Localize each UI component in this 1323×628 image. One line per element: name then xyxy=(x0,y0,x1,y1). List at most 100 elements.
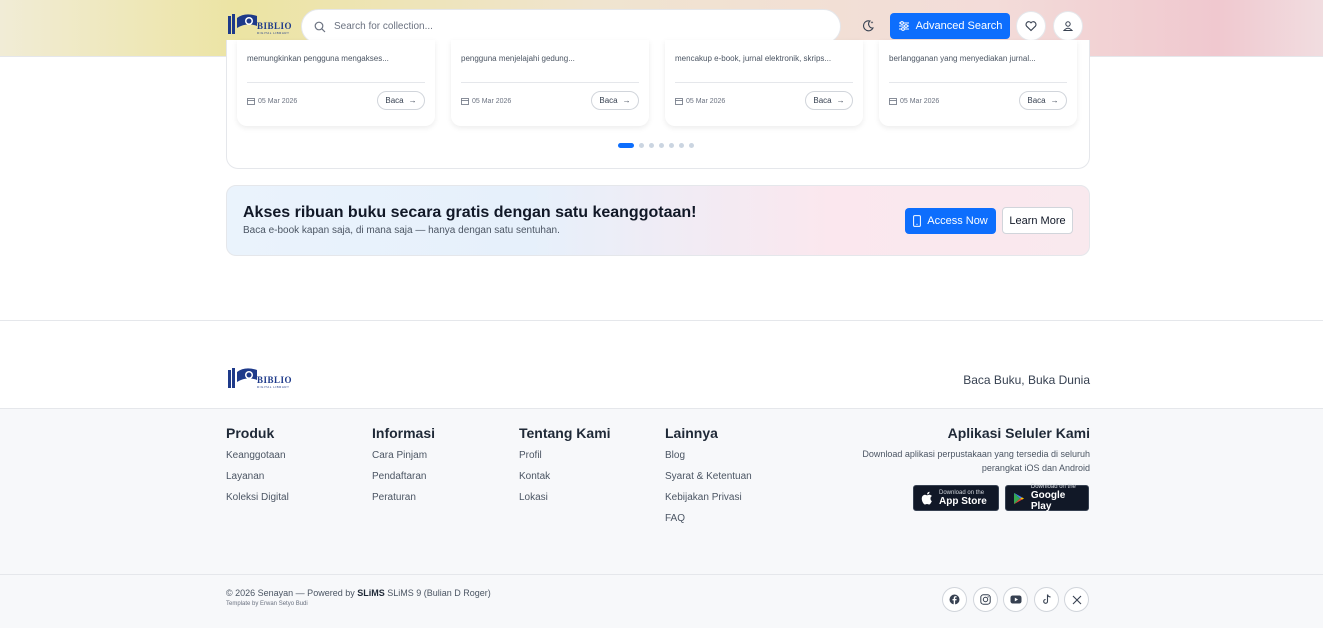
card-description: pengguna menjelajahi gedung... xyxy=(461,54,575,63)
footer-column-title: Tentang Kami xyxy=(519,425,611,441)
news-card[interactable]: memungkinkan pengguna mengakses... 05 Ma… xyxy=(237,40,435,126)
facebook-icon xyxy=(949,594,960,605)
read-button[interactable]: Baca → xyxy=(591,91,639,110)
news-card[interactable]: berlangganan yang menyediakan jurnal... … xyxy=(879,40,1077,126)
copyright-text: © 2026 Senayan — Powered by SLiMS SLiMS … xyxy=(226,588,491,598)
logo-sub-text: DIGITAL LIBRARY xyxy=(257,385,290,389)
app-store-badge[interactable]: Download on the App Store xyxy=(913,485,999,511)
read-label: Baca xyxy=(813,96,832,105)
footer-logo[interactable]: BIBLIO DIGITAL LIBRARY xyxy=(227,366,292,390)
book-logo-icon xyxy=(228,368,257,388)
learn-more-button[interactable]: Learn More xyxy=(1002,207,1073,234)
apple-icon xyxy=(921,491,932,505)
calendar-icon xyxy=(675,98,683,105)
read-label: Baca xyxy=(1027,96,1046,105)
membership-promo-banner: Akses ribuan buku secara gratis dengan s… xyxy=(226,185,1090,256)
footer-link[interactable]: FAQ xyxy=(665,513,752,525)
footer-column-title: Lainnya xyxy=(665,425,718,441)
google-play-big-text: Google Play xyxy=(1030,490,1066,512)
youtube-link[interactable] xyxy=(1003,587,1028,612)
template-credit: Template by Erwan Setyo Budi xyxy=(226,601,308,607)
carousel-dot[interactable] xyxy=(689,143,694,148)
smartphone-icon xyxy=(913,215,922,227)
x-twitter-link[interactable] xyxy=(1064,587,1089,612)
book-logo-icon xyxy=(228,14,257,34)
footer-link[interactable]: Peraturan xyxy=(372,492,435,504)
app-store-small-text: Download on the xyxy=(939,489,985,496)
footer-link[interactable]: Layanan xyxy=(226,471,289,483)
app-section-desc-line1: Download aplikasi perpustakaan yang ters… xyxy=(862,449,1090,459)
card-divider xyxy=(889,82,1067,83)
footer-column-tentang-kami: Tentang Kami Profil Kontak Lokasi xyxy=(519,425,611,513)
news-card[interactable]: pengguna menjelajahi gedung... 05 Mar 20… xyxy=(451,40,649,126)
read-button[interactable]: Baca → xyxy=(377,91,425,110)
user-account-button[interactable] xyxy=(1053,11,1083,41)
instagram-link[interactable] xyxy=(973,587,998,612)
footer-column-informasi: Informasi Cara Pinjam Pendaftaran Peratu… xyxy=(372,425,435,513)
footer-link[interactable]: Syarat & Ketentuan xyxy=(665,471,752,483)
footer-link[interactable]: Cara Pinjam xyxy=(372,450,435,462)
footer-link[interactable]: Koleksi Digital xyxy=(226,492,289,504)
copyright-prefix: © 2026 Senayan — Powered by xyxy=(226,588,355,598)
footer-link[interactable]: Kontak xyxy=(519,471,611,483)
footer-divider xyxy=(0,320,1323,321)
card-description: berlangganan yang menyediakan jurnal... xyxy=(889,54,1036,63)
card-date-text: 05 Mar 2026 xyxy=(900,97,940,105)
footer-column-title: Informasi xyxy=(372,425,436,441)
tiktok-icon xyxy=(1042,594,1051,604)
card-date: 05 Mar 2026 xyxy=(675,97,725,105)
favorites-button[interactable] xyxy=(1016,11,1046,41)
footer-column-title: Produk xyxy=(226,425,275,441)
footer-column-lainnya: Lainnya Blog Syarat & Ketentuan Kebijaka… xyxy=(665,425,752,534)
card-date: 05 Mar 2026 xyxy=(889,97,939,105)
tiktok-link[interactable] xyxy=(1034,587,1059,612)
promo-subtitle: Baca e-book kapan saja, di mana saja — h… xyxy=(243,225,560,236)
mobile-app-section: Aplikasi Seluler Kami Download aplikasi … xyxy=(850,425,1090,475)
app-store-big-text: App Store xyxy=(939,495,987,507)
google-play-icon xyxy=(1013,492,1025,504)
facebook-link[interactable] xyxy=(942,587,967,612)
footer-column-produk: Produk Keanggotaan Layanan Koleksi Digit… xyxy=(226,425,289,513)
read-label: Baca xyxy=(385,96,404,105)
moon-icon xyxy=(863,20,874,32)
app-section-title: Aplikasi Seluler Kami xyxy=(947,425,1090,441)
footer-link[interactable]: Profil xyxy=(519,450,611,462)
news-card[interactable]: mencakup e-book, jurnal elektronik, skri… xyxy=(665,40,863,126)
instagram-icon xyxy=(980,594,991,605)
card-divider xyxy=(461,82,639,83)
card-date-text: 05 Mar 2026 xyxy=(258,97,298,105)
footer-link[interactable]: Pendaftaran xyxy=(372,471,435,483)
card-date: 05 Mar 2026 xyxy=(247,97,297,105)
footer-link[interactable]: Keanggotaan xyxy=(226,450,289,462)
search-bar[interactable] xyxy=(301,9,841,44)
search-input[interactable] xyxy=(334,21,840,32)
logo-sub-text: DIGITAL LIBRARY xyxy=(257,31,290,35)
carousel-dot[interactable] xyxy=(618,143,634,148)
google-play-badge[interactable]: Download on the Google Play xyxy=(1005,484,1089,512)
carousel-dot[interactable] xyxy=(679,143,684,148)
arrow-right-icon: → xyxy=(408,96,417,105)
access-now-button[interactable]: Access Now xyxy=(905,208,996,234)
footer-bottom-divider xyxy=(0,574,1323,575)
slims-link[interactable]: SLiMS xyxy=(357,588,385,598)
footer-link[interactable]: Blog xyxy=(665,450,752,462)
footer-link[interactable]: Kebijakan Privasi xyxy=(665,492,752,504)
advanced-search-label: Advanced Search xyxy=(915,20,1003,32)
advanced-search-button[interactable]: Advanced Search xyxy=(890,13,1010,39)
read-button[interactable]: Baca → xyxy=(805,91,853,110)
learn-more-label: Learn More xyxy=(1009,214,1066,227)
footer-link[interactable]: Lokasi xyxy=(519,492,611,504)
calendar-icon xyxy=(889,98,897,105)
footer-tagline: Baca Buku, Buka Dunia xyxy=(963,373,1090,387)
user-icon xyxy=(1062,21,1074,31)
site-logo[interactable]: BIBLIO DIGITAL LIBRARY xyxy=(227,12,292,36)
carousel-pagination xyxy=(618,143,694,148)
theme-toggle-button[interactable] xyxy=(853,11,883,41)
card-date: 05 Mar 2026 xyxy=(461,97,511,105)
read-button[interactable]: Baca → xyxy=(1019,91,1067,110)
carousel-dot[interactable] xyxy=(649,143,654,148)
carousel-dot[interactable] xyxy=(669,143,674,148)
logo-brand-text: BIBLIO xyxy=(257,21,293,31)
carousel-dot[interactable] xyxy=(639,143,644,148)
carousel-dot[interactable] xyxy=(659,143,664,148)
